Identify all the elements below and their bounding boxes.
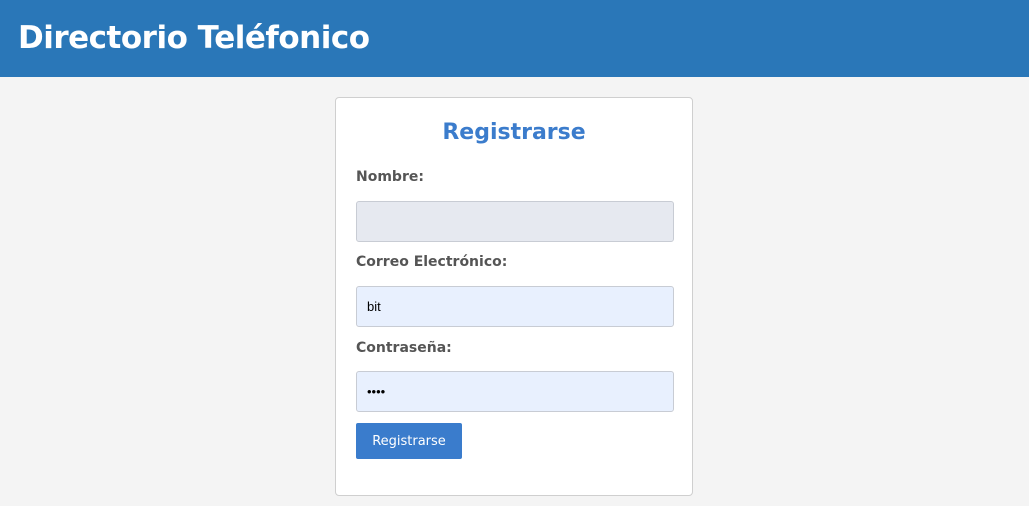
name-input[interactable] bbox=[356, 201, 674, 242]
name-label: Nombre: bbox=[356, 169, 424, 185]
password-label: Contraseña: bbox=[356, 340, 452, 356]
register-card: Registrarse Nombre: Correo Electrónico: … bbox=[335, 97, 693, 496]
app-title: Directorio Teléfonico bbox=[18, 20, 370, 56]
email-label: Correo Electrónico: bbox=[356, 254, 508, 270]
password-input[interactable] bbox=[356, 371, 674, 412]
register-button[interactable]: Registrarse bbox=[356, 423, 462, 459]
app-header: Directorio Teléfonico bbox=[0, 0, 1029, 77]
form-title: Registrarse bbox=[442, 120, 586, 145]
email-input[interactable] bbox=[356, 286, 674, 327]
